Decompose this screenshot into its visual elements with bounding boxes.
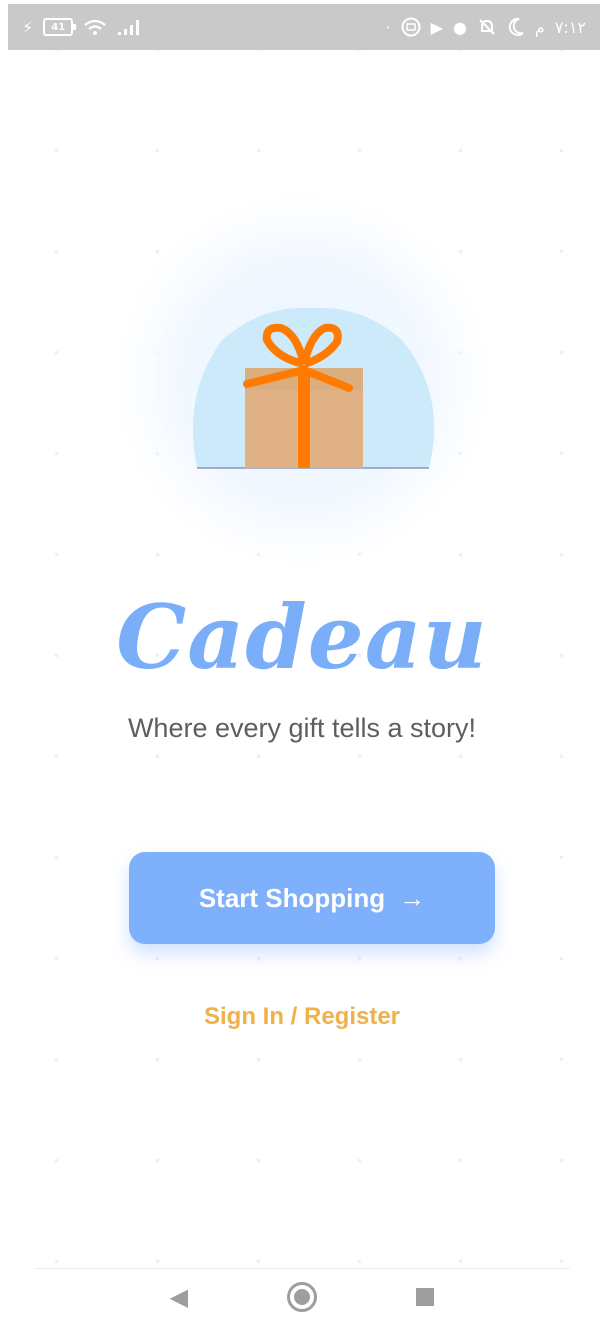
brand-logo: Cadeau	[116, 585, 488, 689]
battery-level: 41	[51, 21, 66, 33]
dot-icon: ·	[385, 17, 391, 37]
start-shopping-button[interactable]: Start Shopping →	[129, 852, 495, 944]
ribbon-vertical	[298, 368, 310, 468]
status-bar: ⚡ 41 · ▶ ● م ٧:١٢	[8, 4, 600, 50]
tagline: Where every gift tells a story!	[127, 713, 477, 743]
recents-icon[interactable]	[416, 1288, 435, 1306]
system-nav-bar: ◀	[0, 1270, 604, 1324]
back-icon[interactable]: ◀	[170, 1283, 188, 1312]
clock: ٧:١٢	[554, 17, 586, 37]
nav-divider	[34, 1268, 570, 1269]
play-icon: ▶	[430, 17, 443, 37]
mi-icon	[401, 17, 421, 37]
sign-in-register-link[interactable]: Sign In / Register	[0, 1003, 604, 1031]
circle-app-icon: ●	[452, 17, 467, 37]
start-shopping-label: Start Shopping	[198, 882, 386, 913]
wifi-icon	[84, 19, 106, 35]
charging-icon: ⚡	[22, 17, 34, 37]
mute-icon	[479, 19, 495, 35]
arrow-right-icon: →	[399, 882, 426, 913]
signal-icon	[118, 20, 140, 35]
moon-icon	[508, 17, 524, 36]
ampm-label: م	[534, 17, 545, 37]
gift-illustration	[192, 307, 435, 469]
home-icon[interactable]	[287, 1282, 318, 1312]
battery-icon: 41	[43, 18, 77, 36]
